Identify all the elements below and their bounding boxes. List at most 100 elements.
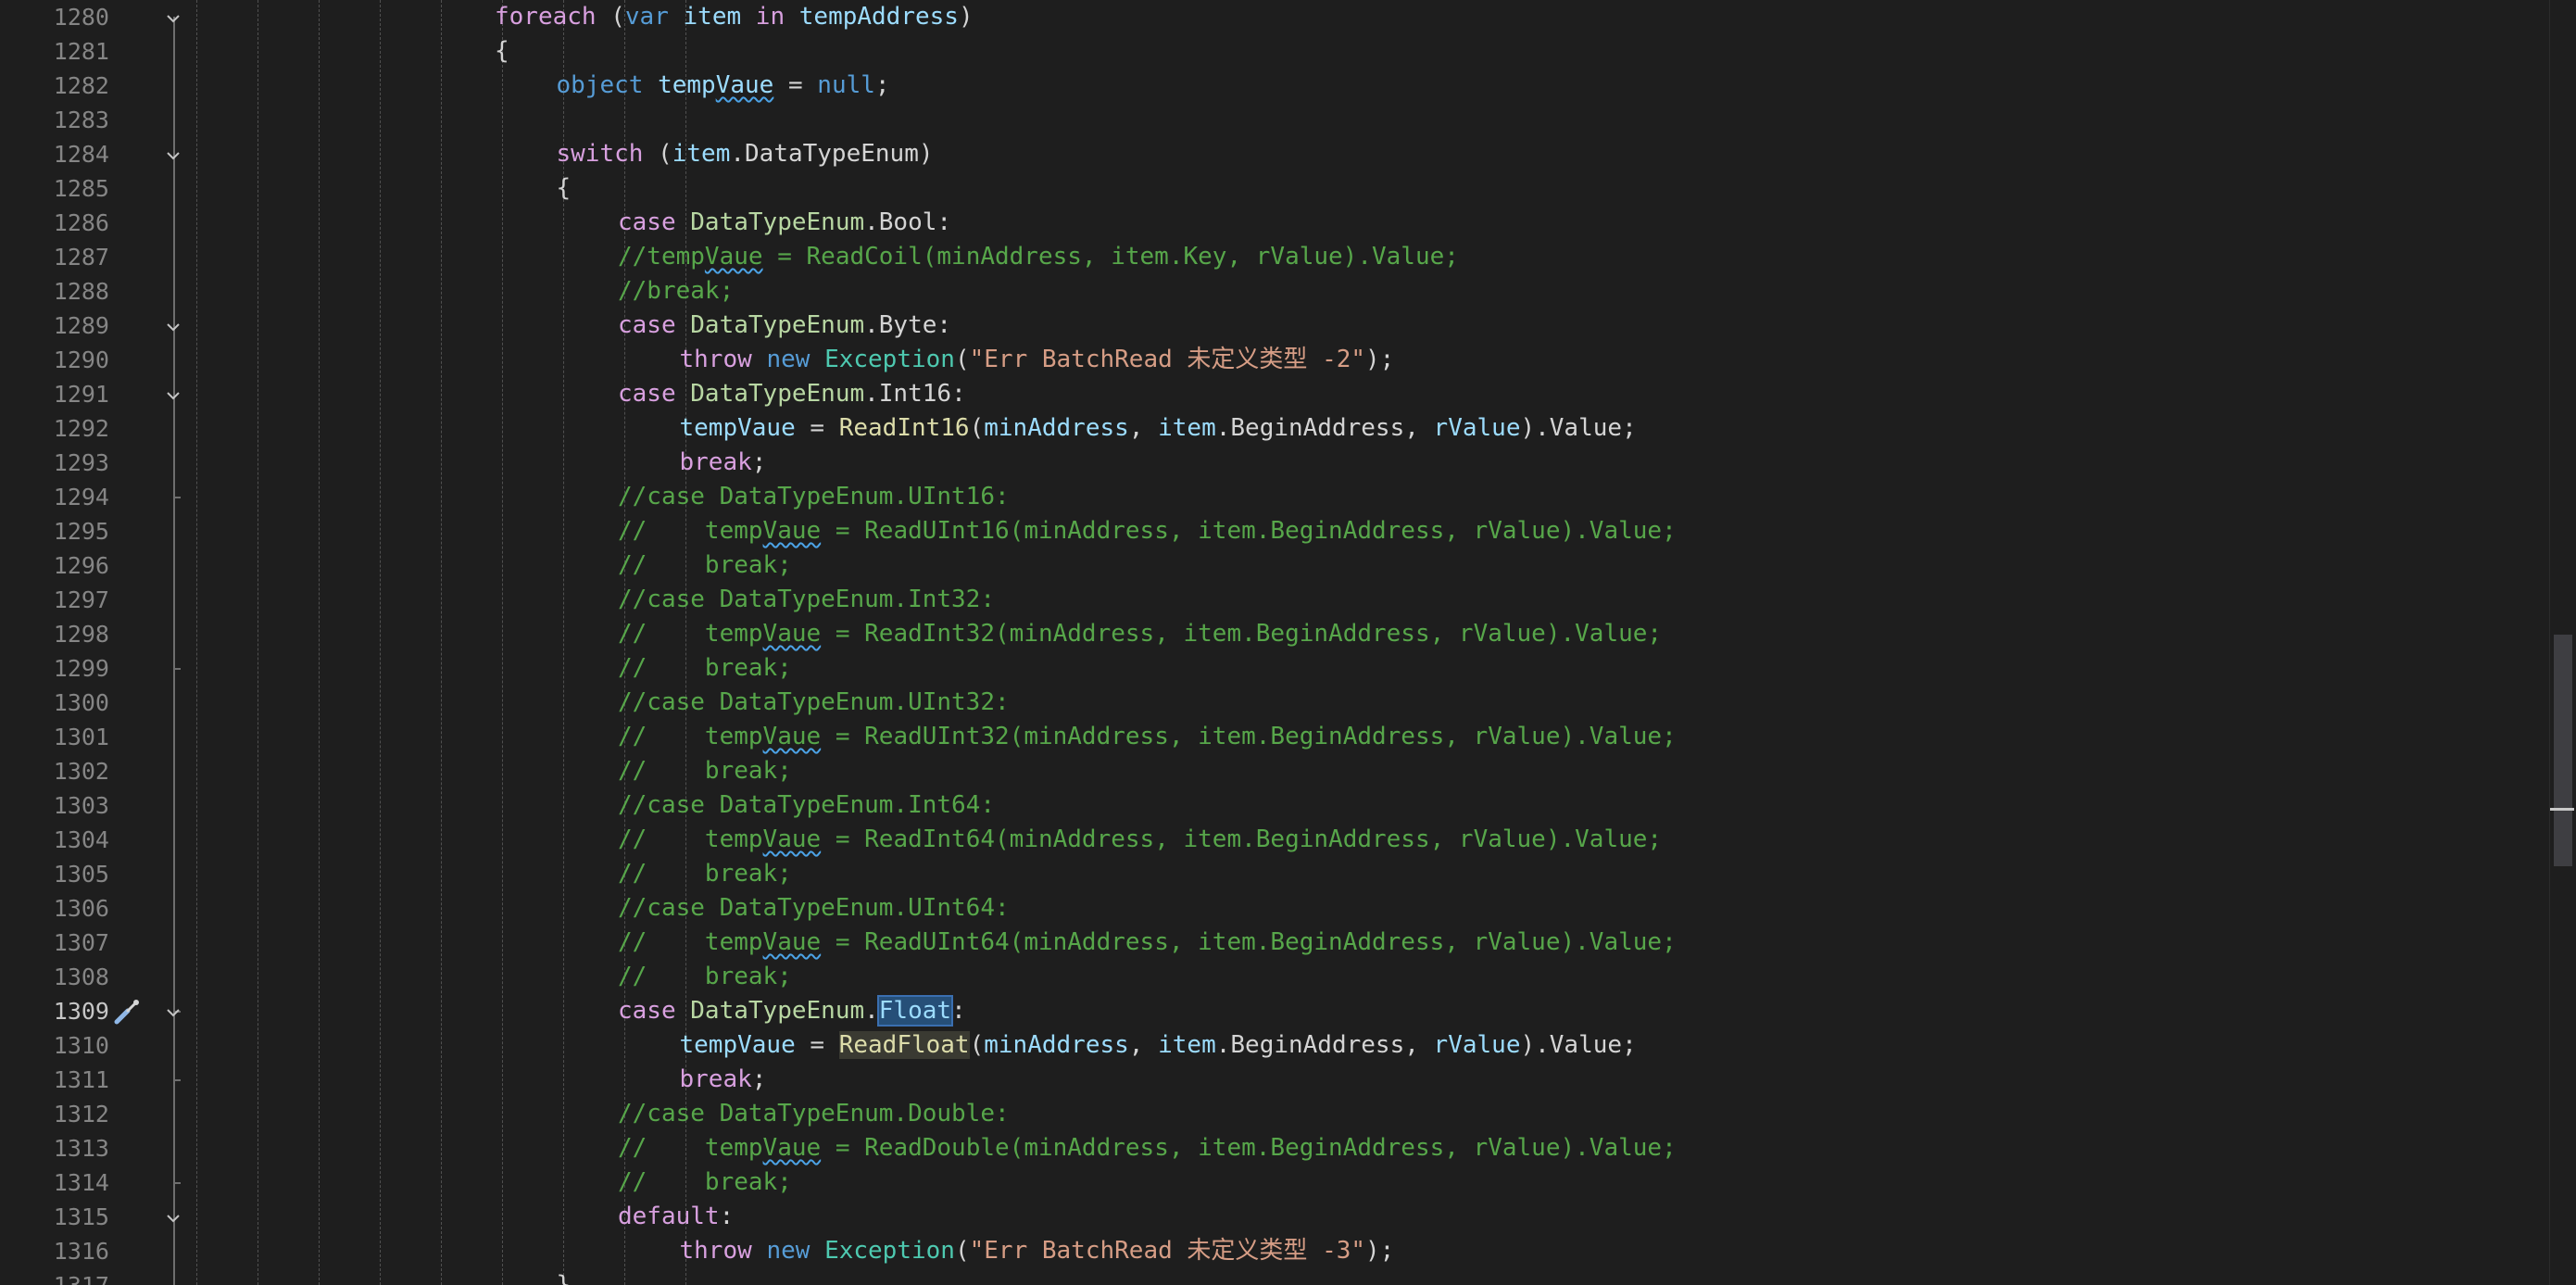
code-line[interactable]: case DataTypeEnum.Bool:: [618, 206, 951, 240]
indent-guide: [380, 0, 381, 1285]
line-number[interactable]: 1286: [0, 206, 109, 240]
code-line[interactable]: {: [495, 34, 509, 69]
line-number[interactable]: 1314: [0, 1165, 109, 1200]
chevron-down-icon[interactable]: [163, 137, 183, 171]
code-line[interactable]: // break;: [618, 754, 792, 788]
code-line[interactable]: foreach (var item in tempAddress): [495, 0, 974, 34]
line-number[interactable]: 1315: [0, 1200, 109, 1234]
code-line[interactable]: }: [557, 1268, 572, 1285]
code-line[interactable]: object tempVaue = null;: [557, 69, 890, 103]
line-number[interactable]: 1294: [0, 480, 109, 514]
line-number[interactable]: 1311: [0, 1063, 109, 1097]
outline-block-end: [173, 497, 181, 498]
line-number[interactable]: 1292: [0, 411, 109, 446]
code-token: .: [864, 997, 879, 1025]
code-line[interactable]: case DataTypeEnum.Float:: [618, 994, 966, 1028]
code-line[interactable]: // tempVaue = ReadDouble(minAddress, ite…: [618, 1131, 1677, 1165]
code-line[interactable]: //case DataTypeEnum.Int32:: [618, 583, 995, 617]
code-line[interactable]: break;: [680, 1063, 767, 1097]
code-line[interactable]: // tempVaue = ReadUInt16(minAddress, ite…: [618, 514, 1677, 548]
code-line[interactable]: case DataTypeEnum.Int16:: [618, 377, 966, 411]
code-line[interactable]: case DataTypeEnum.Byte:: [618, 309, 951, 343]
code-line[interactable]: throw new Exception("Err BatchRead 未定义类型…: [680, 343, 1395, 377]
line-number[interactable]: 1295: [0, 514, 109, 548]
line-number[interactable]: 1312: [0, 1097, 109, 1131]
line-number[interactable]: 1280: [0, 0, 109, 34]
code-token: Vaue: [762, 517, 822, 545]
code-line[interactable]: break;: [680, 446, 767, 480]
vertical-scrollbar[interactable]: [2549, 0, 2576, 1285]
line-number[interactable]: 1305: [0, 857, 109, 891]
line-number-gutter[interactable]: 1280 1281 1282 1283 1284 1285 1286 1287 1288 1289…: [0, 0, 185, 1285]
code-token: minAddress: [984, 414, 1129, 442]
line-number[interactable]: 1290: [0, 343, 109, 377]
code-token: = ReadInt32(minAddress, item.BeginAddres…: [821, 620, 1663, 648]
line-number[interactable]: 1316: [0, 1234, 109, 1268]
line-number[interactable]: 1298: [0, 617, 109, 651]
line-number[interactable]: 1288: [0, 274, 109, 309]
chevron-down-icon[interactable]: [163, 1200, 183, 1234]
line-number[interactable]: 1313: [0, 1131, 109, 1165]
line-number[interactable]: 1304: [0, 823, 109, 857]
chevron-down-icon[interactable]: [163, 0, 183, 34]
line-number[interactable]: 1287: [0, 240, 109, 274]
chevron-down-icon[interactable]: [163, 994, 183, 1028]
code-line[interactable]: default:: [618, 1200, 734, 1234]
code-line[interactable]: //break;: [618, 274, 734, 309]
line-number[interactable]: 1291: [0, 377, 109, 411]
line-number[interactable]: 1296: [0, 548, 109, 583]
scrollbar-thumb[interactable]: [2554, 635, 2572, 866]
code-line[interactable]: switch (item.DataTypeEnum): [557, 137, 934, 171]
line-number[interactable]: 1285: [0, 171, 109, 206]
line-number[interactable]: 1309: [0, 994, 109, 1028]
code-line[interactable]: tempVaue = ReadInt16(minAddress, item.Be…: [680, 411, 1637, 446]
code-line[interactable]: throw new Exception("Err BatchRead 未定义类型…: [680, 1234, 1395, 1268]
line-number[interactable]: 1307: [0, 926, 109, 960]
code-token: ReadInt16: [838, 414, 970, 442]
line-number[interactable]: 1300: [0, 686, 109, 720]
line-number[interactable]: 1317: [0, 1268, 109, 1285]
line-number[interactable]: 1308: [0, 960, 109, 994]
line-number[interactable]: 1281: [0, 34, 109, 69]
screwdriver-brush-icon[interactable]: [109, 996, 143, 1029]
code-line[interactable]: // tempVaue = ReadInt32(minAddress, item…: [618, 617, 1662, 651]
code-line[interactable]: // break;: [618, 651, 792, 686]
code-line[interactable]: // break;: [618, 548, 792, 583]
line-number[interactable]: 1303: [0, 788, 109, 823]
code-line[interactable]: //case DataTypeEnum.UInt64:: [618, 891, 1010, 926]
code-token: // break;: [618, 860, 792, 888]
code-token: item: [683, 3, 742, 31]
code-token: ).: [1520, 1031, 1550, 1059]
code-line[interactable]: //case DataTypeEnum.Int64:: [618, 788, 995, 823]
code-line[interactable]: //case DataTypeEnum.Double:: [618, 1097, 1010, 1131]
chevron-down-icon[interactable]: [163, 377, 183, 411]
code-line[interactable]: // break;: [618, 857, 792, 891]
line-number[interactable]: 1293: [0, 446, 109, 480]
line-number[interactable]: 1301: [0, 720, 109, 754]
code-line[interactable]: //case DataTypeEnum.UInt32:: [618, 686, 1010, 720]
code-editor[interactable]: 1280 1281 1282 1283 1284 1285 1286 1287 1288 1289…: [0, 0, 2576, 1285]
code-line[interactable]: {: [557, 171, 572, 206]
chevron-down-icon[interactable]: [163, 309, 183, 343]
line-number[interactable]: 1302: [0, 754, 109, 788]
line-number[interactable]: 1299: [0, 651, 109, 686]
code-area[interactable]: foreach (var item in tempAddress){object…: [185, 0, 2547, 1285]
line-number[interactable]: 1289: [0, 309, 109, 343]
code-line[interactable]: // break;: [618, 960, 792, 994]
code-line[interactable]: //tempVaue = ReadCoil(minAddress, item.K…: [618, 240, 1459, 274]
line-number[interactable]: 1284: [0, 137, 109, 171]
line-number[interactable]: 1283: [0, 103, 109, 137]
code-line[interactable]: tempVaue = ReadFloat(minAddress, item.Be…: [680, 1028, 1637, 1063]
code-line[interactable]: // break;: [618, 1165, 792, 1200]
line-number[interactable]: 1306: [0, 891, 109, 926]
line-number[interactable]: 1310: [0, 1028, 109, 1063]
code-line[interactable]: // tempVaue = ReadUInt64(minAddress, ite…: [618, 926, 1677, 960]
line-number[interactable]: 1297: [0, 583, 109, 617]
code-token: minAddress: [984, 1031, 1129, 1059]
code-token: ): [958, 3, 974, 31]
code-token: ;: [1622, 414, 1637, 442]
line-number[interactable]: 1282: [0, 69, 109, 103]
code-line[interactable]: // tempVaue = ReadInt64(minAddress, item…: [618, 823, 1662, 857]
code-line[interactable]: // tempVaue = ReadUInt32(minAddress, ite…: [618, 720, 1677, 754]
code-line[interactable]: //case DataTypeEnum.UInt16:: [618, 480, 1010, 514]
